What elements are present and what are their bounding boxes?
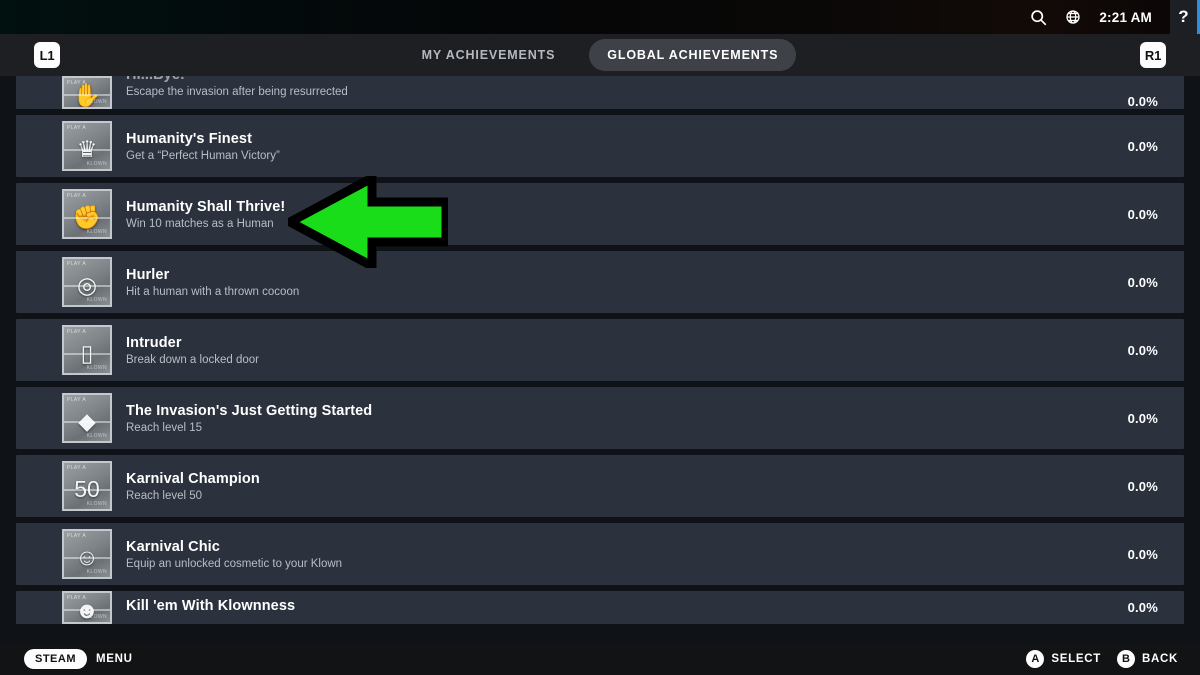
achievement-info: Humanity Shall Thrive! Win 10 matches as… [126,199,1100,230]
achievement-icon-subtag: KLOWN [86,99,107,105]
achievement-row[interactable]: PLAY A ☻ KLOWN Kill 'em With Klownness 0… [16,591,1184,624]
achievement-title: Karnival Champion [126,470,260,487]
steam-button[interactable]: STEAM [24,649,87,669]
achievement-percent: 0.0% [1127,478,1158,494]
achievement-row[interactable]: PLAY A ♛ KLOWN Humanity's Finest Get a “… [16,115,1184,177]
hint-back[interactable]: B BACK [1116,650,1178,668]
achievement-title: Humanity Shall Thrive! [126,198,286,215]
achievement-icon: PLAY A ▯ KLOWN [62,325,112,375]
controller-hints: A SELECT B BACK [1026,650,1178,668]
achievement-percent: 0.0% [1127,274,1158,290]
achievement-info: The Invasion's Just Getting Started Reac… [126,403,1100,434]
globe-icon[interactable] [1065,9,1081,25]
a-button-icon: A [1026,650,1045,668]
achievement-description: Escape the invasion after being resurrec… [126,86,348,98]
achievement-icon-subtag: KLOWN [86,433,107,439]
tab-my-achievements[interactable]: MY ACHIEVEMENTS [404,39,574,71]
achievement-icon: PLAY A ✊ KLOWN [62,189,112,239]
achievement-icon: PLAY A ♛ KLOWN [62,121,112,171]
achievement-title: Kill 'em With Klownness [126,598,296,614]
achievement-percent: 0.0% [1127,600,1158,615]
system-top-bar: 2:21 AM ? [0,0,1200,34]
hint-back-label: BACK [1141,653,1178,665]
search-icon[interactable] [1030,9,1047,26]
achievement-icon-subtag: KLOWN [86,161,107,167]
achievement-description: Equip an unlocked cosmetic to your Klown [126,557,343,570]
achievement-icon-subtag: KLOWN [86,569,107,575]
achievement-title: Hi...Bye! [126,76,1100,83]
achievement-percent: 0.0% [1127,94,1158,109]
achievement-info: Intruder Break down a locked door [126,335,1100,366]
achievement-description: Win 10 matches as a Human [126,217,274,230]
achievement-row[interactable]: PLAY A 50 KLOWN Karnival Champion Reach … [16,455,1184,517]
achievement-info: Karnival Chic Equip an unlocked cosmetic… [126,539,1100,570]
achievement-percent: 0.0% [1127,206,1158,222]
achievement-icon-subtag: KLOWN [86,297,107,303]
achievement-row[interactable]: PLAY A ✋ KLOWN Hi...Bye! Escape the inva… [16,76,1184,109]
achievement-info: Humanity's Finest Get a “Perfect Human V… [126,131,1100,162]
global-achievements-list[interactable]: PLAY A ✋ KLOWN Hi...Bye! Escape the inva… [0,76,1200,643]
achievement-icon-subtag: KLOWN [86,365,107,371]
achievement-row[interactable]: PLAY A ▯ KLOWN Intruder Break down a loc… [16,319,1184,381]
achievement-info: Kill 'em With Klownness [126,598,1100,617]
achievements-nav-bar: L1 MY ACHIEVEMENTS GLOBAL ACHIEVEMENTS R… [0,34,1200,76]
tab-global-achievements[interactable]: GLOBAL ACHIEVEMENTS [589,39,797,71]
achievement-info: Karnival Champion Reach level 50 [126,471,1100,502]
achievement-row[interactable]: PLAY A ☺ KLOWN Karnival Chic Equip an un… [16,523,1184,585]
b-button-icon: B [1116,650,1135,668]
achievement-icon: PLAY A ✋ KLOWN [62,76,112,109]
achievement-icon: PLAY A ◆ KLOWN [62,393,112,443]
system-clock: 2:21 AM [1099,9,1152,25]
help-button[interactable]: ? [1170,0,1200,34]
achievement-title: The Invasion's Just Getting Started [126,402,373,419]
achievement-icon-subtag: KLOWN [86,501,107,507]
right-shoulder-r1-button[interactable]: R1 [1140,42,1166,68]
achievement-description: Get a “Perfect Human Victory” [126,149,280,162]
achievement-info: Hi...Bye! Escape the invasion after bein… [126,76,1100,107]
achievement-row[interactable]: PLAY A ✊ KLOWN Humanity Shall Thrive! Wi… [16,183,1184,245]
achievement-icon-subtag: KLOWN [86,229,107,235]
achievement-percent: 0.0% [1127,138,1158,154]
achievement-icon-subtag: KLOWN [86,614,107,620]
achievement-title: Karnival Chic [126,538,220,555]
achievement-percent: 0.0% [1127,410,1158,426]
tab-strip: MY ACHIEVEMENTS GLOBAL ACHIEVEMENTS [0,34,1200,76]
achievement-icon: PLAY A ◎ KLOWN [62,257,112,307]
achievement-title: Humanity's Finest [126,130,253,147]
achievement-description: Break down a locked door [126,353,259,366]
achievement-percent: 0.0% [1127,342,1158,358]
menu-label: MENU [96,653,133,665]
achievement-percent: 0.0% [1127,546,1158,562]
achievement-row[interactable]: PLAY A ◎ KLOWN Hurler Hit a human with a… [16,251,1184,313]
achievement-title: Hurler [126,266,170,283]
achievement-icon: PLAY A 50 KLOWN [62,461,112,511]
achievement-icon: PLAY A ☺ KLOWN [62,529,112,579]
bottom-hint-bar: STEAM MENU A SELECT B BACK [0,643,1200,675]
achievement-description: Hit a human with a thrown cocoon [126,285,300,298]
achievement-description: Reach level 50 [126,489,203,502]
achievement-description: Reach level 15 [126,421,203,434]
hint-select[interactable]: A SELECT [1026,650,1101,668]
achievement-info: Hurler Hit a human with a thrown cocoon [126,267,1100,298]
achievement-icon: PLAY A ☻ KLOWN [62,591,112,624]
achievement-row[interactable]: PLAY A ◆ KLOWN The Invasion's Just Getti… [16,387,1184,449]
hint-select-label: SELECT [1051,653,1101,665]
achievement-title: Intruder [126,334,182,351]
